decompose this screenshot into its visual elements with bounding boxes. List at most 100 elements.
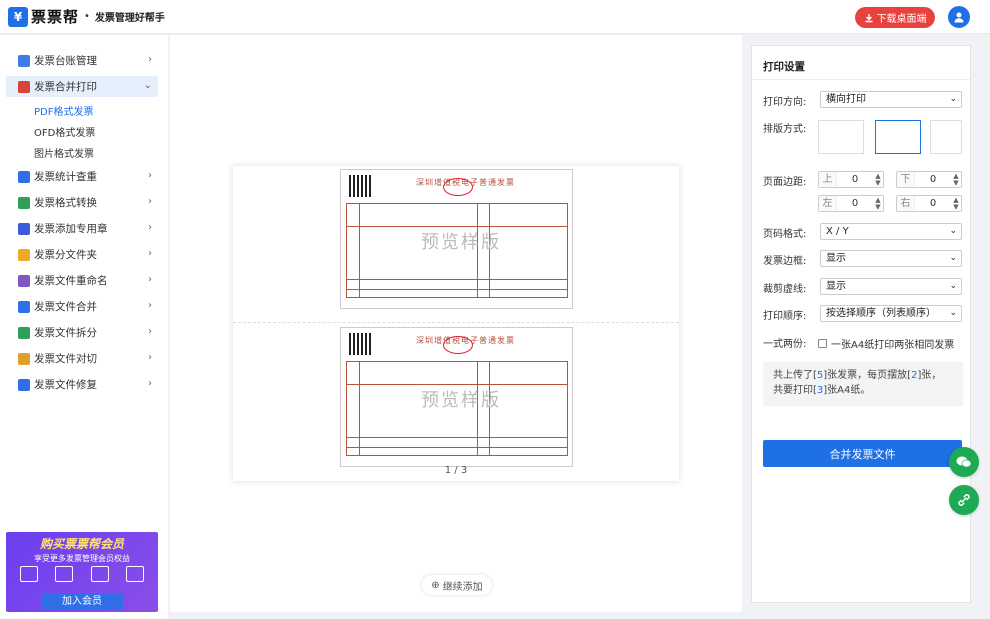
qr-code-icon bbox=[349, 175, 371, 197]
sidebar-item-stats[interactable]: 发票统计查重 › bbox=[6, 166, 158, 187]
sidebar-item-label: 发票台账管理 bbox=[34, 55, 97, 67]
logo-mark-icon: ¥ bbox=[8, 6, 28, 27]
layout-option-1[interactable] bbox=[818, 120, 864, 154]
sidebar-item-repair[interactable]: 发票文件修复 › bbox=[6, 374, 158, 395]
margin-top-input[interactable]: 上 0 ▲ ▼ bbox=[818, 171, 884, 188]
download-label: 下载桌面端 bbox=[876, 14, 927, 25]
chevron-right-icon: › bbox=[148, 248, 152, 259]
sidebar-item-label: 发票文件合并 bbox=[34, 301, 97, 313]
sidebar-item-label: 发票格式转换 bbox=[34, 197, 97, 209]
sidebar-item-convert[interactable]: 发票格式转换 › bbox=[6, 192, 158, 213]
orientation-value: 横向打印 bbox=[826, 94, 866, 105]
ledger-icon bbox=[18, 54, 30, 67]
join-membership-button[interactable]: 加入会员 bbox=[41, 594, 123, 610]
sidebar-item-label: 发票合并打印 bbox=[34, 81, 97, 93]
divider bbox=[752, 79, 970, 80]
promo-icons bbox=[20, 566, 144, 582]
user-avatar[interactable] bbox=[948, 6, 970, 28]
sidebar-item-label: 发票统计查重 bbox=[34, 171, 97, 183]
chevron-down-icon: ⌄ bbox=[949, 253, 957, 263]
stepper-icon[interactable]: ▲ ▼ bbox=[873, 196, 883, 211]
duplicate-checkbox[interactable]: 一张A4纸打印两张相同发票 bbox=[818, 336, 954, 351]
sidebar-subitem-image[interactable]: 图片格式发票 bbox=[34, 145, 94, 160]
preview-area: 深圳增值税电子普通发票 预览样版 深圳增值税电子普通发票 预览样版 1 / 3 … bbox=[170, 35, 742, 612]
page-indicator: 1 / 3 bbox=[444, 465, 468, 476]
chevron-right-icon: › bbox=[148, 196, 152, 207]
download-icon bbox=[865, 13, 872, 22]
chevron-right-icon: › bbox=[148, 326, 152, 337]
border-label: 发票边框: bbox=[763, 256, 807, 267]
chevron-down-icon: ⌄ bbox=[949, 281, 957, 291]
watermark: 预览样版 bbox=[421, 232, 501, 253]
network-icon bbox=[90, 566, 109, 582]
invoice-preview-2: 深圳增值税电子普通发票 预览样版 bbox=[340, 327, 573, 467]
page-number-label: 页码格式: bbox=[763, 229, 807, 240]
qr-code-icon bbox=[349, 333, 371, 355]
cut-line-value: 显示 bbox=[826, 281, 846, 292]
layout-label: 排版方式: bbox=[763, 124, 807, 135]
margin-bottom-input[interactable]: 下 0 ▲ ▼ bbox=[896, 171, 962, 188]
sidebar-item-stamp[interactable]: 发票添加专用章 › bbox=[6, 218, 158, 239]
checkbox-icon[interactable] bbox=[818, 339, 827, 348]
sidebar-subitem-pdf[interactable]: PDF格式发票 bbox=[34, 103, 93, 118]
chevron-down-icon: ⌄ bbox=[949, 94, 957, 104]
sidebar-item-folder[interactable]: 发票分文件夹 › bbox=[6, 244, 158, 265]
page-number-value: X / Y bbox=[826, 226, 849, 237]
chevron-right-icon: › bbox=[148, 378, 152, 389]
app-logo[interactable]: ¥ 票票帮 • 发票管理好帮手 bbox=[8, 6, 165, 27]
sidebar-item-label: 发票分文件夹 bbox=[34, 249, 97, 261]
merge-icon bbox=[18, 300, 30, 313]
separator-dot: • bbox=[84, 11, 90, 22]
promo-subtitle: 享受更多发票管理会员权益 bbox=[34, 554, 130, 563]
layout-option-3[interactable] bbox=[930, 120, 962, 154]
invoice-preview-1: 深圳增值税电子普通发票 预览样版 bbox=[340, 169, 573, 309]
chevron-down-icon: ⌄ bbox=[949, 308, 957, 318]
add-circle-icon: ⊕ bbox=[431, 579, 440, 591]
layout-option-2[interactable] bbox=[875, 120, 921, 154]
stepper-icon[interactable]: ▲ ▼ bbox=[951, 172, 961, 187]
print-order-label: 打印顺序: bbox=[763, 311, 807, 322]
chevron-right-icon: › bbox=[148, 300, 152, 311]
stats-icon bbox=[18, 170, 30, 183]
border-value: 显示 bbox=[826, 253, 846, 264]
print-summary: 共上传了[5]张发票，每页摆放[2]张， 共要打印[3]张A4纸。 bbox=[763, 362, 963, 406]
print-settings-panel: 打印设置 打印方向: 横向打印 ⌄ 排版方式: 页面边距: 上 0 ▲ ▼ 下 0… bbox=[751, 45, 971, 603]
cut-line-select[interactable]: 显示 ⌄ bbox=[820, 278, 962, 295]
orientation-label: 打印方向: bbox=[763, 97, 807, 108]
sidebar-item-label: 发票添加专用章 bbox=[34, 223, 108, 235]
orientation-select[interactable]: 横向打印 ⌄ bbox=[820, 91, 962, 108]
download-desktop-button[interactable]: 下载桌面端 bbox=[855, 7, 935, 28]
margin-left-input[interactable]: 左 0 ▲ ▼ bbox=[818, 195, 884, 212]
margins-label: 页面边距: bbox=[763, 177, 807, 188]
margin-right-input[interactable]: 右 0 ▲ ▼ bbox=[896, 195, 962, 212]
chevron-down-icon: ⌄ bbox=[143, 80, 152, 91]
sidebar-item-label: 发票文件修复 bbox=[34, 379, 97, 391]
membership-promo-banner[interactable]: 购买票票帮会员 享受更多发票管理会员权益 加入会员 bbox=[6, 532, 158, 612]
cut-line-label: 裁剪虚线: bbox=[763, 284, 807, 295]
sidebar-item-merge-print[interactable]: 发票合并打印 ⌄ bbox=[6, 76, 158, 97]
sidebar-item-rename[interactable]: 发票文件重命名 › bbox=[6, 270, 158, 291]
stepper-icon[interactable]: ▲ ▼ bbox=[951, 196, 961, 211]
sidebar-item-ledger[interactable]: 发票台账管理 › bbox=[6, 50, 158, 71]
sidebar-item-split[interactable]: 发票文件拆分 › bbox=[6, 322, 158, 343]
folder-icon bbox=[18, 248, 30, 261]
merge-invoices-button[interactable]: 合并发票文件 bbox=[763, 440, 962, 467]
stepper-icon[interactable]: ▲ ▼ bbox=[873, 172, 883, 187]
link-float-button[interactable] bbox=[949, 485, 979, 515]
chevron-down-icon: ⌄ bbox=[949, 226, 957, 236]
split-icon bbox=[18, 326, 30, 339]
border-select[interactable]: 显示 ⌄ bbox=[820, 250, 962, 267]
promo-title: 购买票票帮会员 bbox=[39, 537, 124, 551]
sidebar-subitem-ofd[interactable]: OFD格式发票 bbox=[34, 124, 95, 139]
panel-title: 打印设置 bbox=[763, 61, 805, 73]
sidebar-item-cut[interactable]: 发票文件对切 › bbox=[6, 348, 158, 369]
duplicate-label: 一式两份: bbox=[763, 339, 807, 350]
stamp-icon bbox=[18, 222, 30, 235]
page-number-select[interactable]: X / Y ⌄ bbox=[820, 223, 962, 240]
wechat-float-button[interactable] bbox=[949, 447, 979, 477]
sidebar-item-file-merge[interactable]: 发票文件合并 › bbox=[6, 296, 158, 317]
sidebar-item-label: 发票文件拆分 bbox=[34, 327, 97, 339]
print-order-select[interactable]: 按选择顺序（列表顺序） ⌄ bbox=[820, 305, 962, 322]
printer-icon bbox=[18, 80, 30, 93]
continue-add-button[interactable]: ⊕ 继续添加 bbox=[422, 575, 492, 595]
